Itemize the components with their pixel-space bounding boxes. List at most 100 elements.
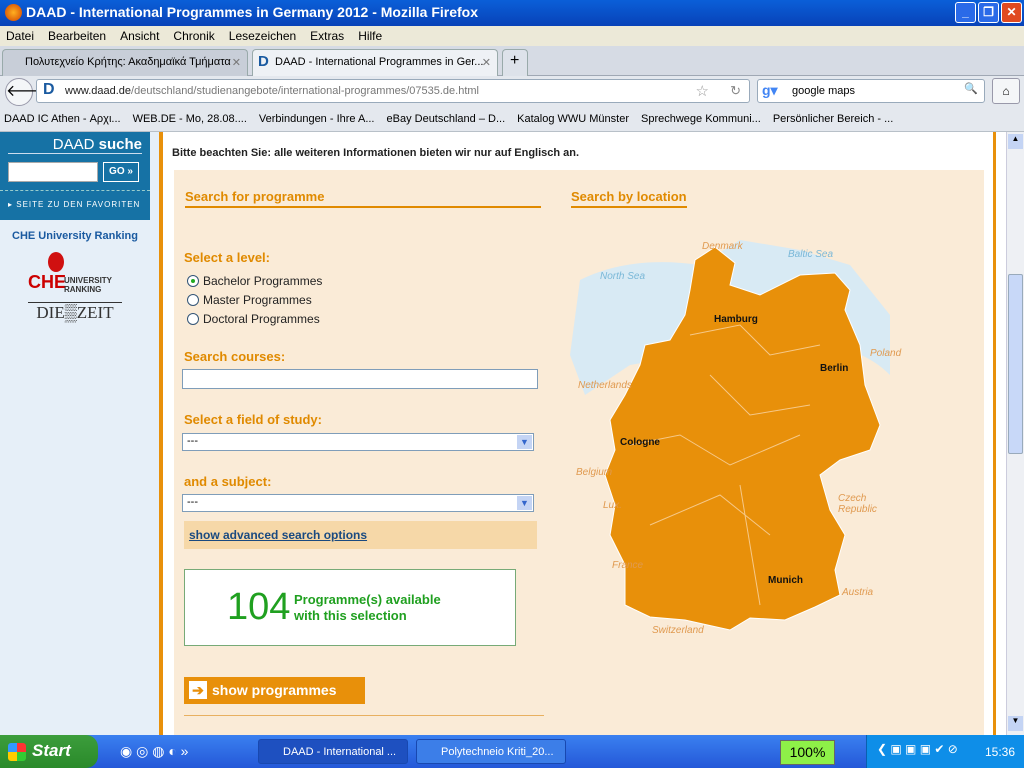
daad-favicon: D: [258, 53, 269, 70]
radio-master[interactable]: Master Programmes: [187, 290, 322, 309]
add-favorites-link[interactable]: ▸ SEITE ZU DEN FAVORITEN: [8, 200, 140, 209]
tab-label: DAAD - International Programmes in Ger..…: [275, 56, 484, 68]
title-bar: DAAD - International Programmes in Germa…: [0, 0, 1024, 26]
bookmark-wwu[interactable]: Katalog WWU Münster: [517, 113, 629, 125]
close-button[interactable]: ✕: [1001, 2, 1022, 23]
minimize-button[interactable]: _: [955, 2, 976, 23]
bookmark-db[interactable]: Verbindungen - Ihre A...: [259, 113, 375, 125]
label-czech-republic: Czech Republic: [838, 493, 877, 515]
favorites-label: SEITE ZU DEN FAVORITEN: [16, 200, 141, 209]
daad-search-input[interactable]: [8, 162, 98, 182]
bookmarks-toolbar: DAAD IC Athen - Αρχι... WEB.DE - Mo, 28.0…: [0, 108, 1024, 132]
reload-icon[interactable]: ↻: [730, 83, 741, 99]
city-munich[interactable]: Munich: [768, 575, 803, 586]
radio-label: Master Programmes: [203, 292, 312, 307]
radio-bachelor[interactable]: Bachelor Programmes: [187, 271, 322, 290]
google-icon: g▾: [762, 82, 778, 98]
menu-datei[interactable]: Datei: [6, 29, 34, 46]
bookmark-persoenlich[interactable]: Persönlicher Bereich - ...: [773, 113, 893, 125]
select-value: ---: [187, 435, 198, 447]
field-select[interactable]: --- ▼: [182, 433, 534, 451]
subject-label: and a subject:: [184, 474, 272, 489]
radio-doctoral[interactable]: Doctoral Programmes: [187, 309, 322, 328]
search-icon[interactable]: 🔍: [964, 82, 978, 95]
url-bar[interactable]: Dwww.daad.de/deutschland/studienangebote…: [36, 79, 750, 103]
bookmark-webde[interactable]: WEB.DE - Mo, 28.08....: [133, 113, 247, 125]
new-tab-button[interactable]: +: [502, 49, 528, 76]
menu-ansicht[interactable]: Ansicht: [120, 29, 159, 46]
menu-chronik[interactable]: Chronik: [173, 29, 214, 46]
show-programmes-button[interactable]: ➔ show programmes: [184, 677, 365, 704]
close-tab-icon[interactable]: ✕: [482, 56, 491, 69]
tab-daad[interactable]: D DAAD - International Programmes in Ger.…: [252, 49, 498, 76]
start-label: Start: [32, 741, 71, 760]
scrollbar-thumb[interactable]: [1008, 274, 1023, 454]
search-panel: Search for programme Search by location …: [174, 170, 984, 735]
label-baltic-sea: Baltic Sea: [788, 249, 834, 260]
germany-map[interactable]: Denmark North Sea Baltic Sea Poland Neth…: [570, 235, 901, 636]
label-north-sea: North Sea: [600, 271, 646, 282]
quick-launch[interactable]: ◉ ◎ ◍ ◐ »: [120, 743, 188, 760]
label-france: France: [612, 560, 644, 571]
courses-input[interactable]: [182, 369, 538, 389]
battery-indicator[interactable]: 100%: [780, 740, 835, 765]
maximize-button[interactable]: ❐: [978, 2, 999, 23]
che-ranking-link[interactable]: CHE University Ranking: [0, 230, 150, 242]
start-button[interactable]: Start: [0, 735, 98, 768]
die-zeit-logo[interactable]: DIE▒ZEIT: [28, 302, 122, 323]
search-text: google maps: [792, 85, 855, 97]
label-belgium: Belgium: [576, 467, 613, 478]
go-button[interactable]: GO »: [103, 162, 139, 182]
search-title-bold: suche: [98, 136, 142, 153]
select-value: ---: [187, 496, 198, 508]
search-title: DAAD: [52, 136, 95, 153]
menu-bearbeiten[interactable]: Bearbeiten: [48, 29, 106, 46]
city-cologne[interactable]: Cologne: [620, 437, 660, 448]
close-tab-icon[interactable]: ✕: [232, 56, 241, 69]
bookmark-daad[interactable]: DAAD IC Athen - Αρχι...: [4, 113, 121, 125]
site-identity-icon: D: [43, 81, 55, 98]
arrow-right-icon: ➔: [189, 681, 207, 699]
home-button[interactable]: ⌂: [992, 78, 1020, 104]
task-powerpoint[interactable]: Polytechneio Kriti_20...: [416, 739, 566, 764]
bookmark-sprechwege[interactable]: Sprechwege Kommuni...: [641, 113, 761, 125]
window-title: DAAD - International Programmes in Germa…: [26, 4, 478, 20]
label-austria: Austria: [842, 587, 874, 598]
back-button[interactable]: 🡐: [5, 78, 49, 106]
content-border-left: [159, 132, 163, 735]
label-poland: Poland: [870, 348, 902, 359]
system-tray: ❮ ▣ ▣ ▣ ✔ ⊘ 15:36: [866, 735, 1024, 768]
url-path: /deutschland/studienangebote/internation…: [131, 85, 479, 97]
task-firefox[interactable]: DAAD - International ...: [258, 739, 408, 764]
results-text-1: Programme(s) available: [294, 592, 441, 607]
tab-polytechneio[interactable]: Πολυτεχνείο Κρήτης: Ακαδημαϊκά Τμήματα ✕: [2, 49, 248, 76]
advanced-search-link[interactable]: show advanced search options: [189, 528, 367, 542]
courses-label: Search courses:: [184, 349, 286, 364]
content-border-right: [993, 132, 996, 735]
results-count-box: 104 Programme(s) available with this sele…: [184, 569, 516, 646]
tray-icons[interactable]: ❮ ▣ ▣ ▣ ✔ ⊘: [877, 742, 958, 756]
tab-label: Πολυτεχνείο Κρήτης: Ακαδημαϊκά Τμήματα: [25, 56, 231, 68]
radio-label: Doctoral Programmes: [203, 311, 320, 326]
search-bar[interactable]: g▾ google maps 🔍: [757, 79, 985, 103]
field-label: Select a field of study:: [184, 412, 322, 427]
label-luxembourg: Lux.: [603, 500, 622, 511]
language-notice: Bitte beachten Sie: alle weiteren Inform…: [172, 147, 580, 159]
sidebar: [0, 132, 160, 735]
city-berlin[interactable]: Berlin: [820, 363, 848, 374]
city-hamburg[interactable]: Hamburg: [714, 314, 758, 325]
chevron-down-icon: ▼: [517, 435, 532, 449]
chevron-down-icon: ▼: [517, 496, 532, 510]
menu-hilfe[interactable]: Hilfe: [358, 29, 382, 46]
clock: 15:36: [985, 745, 1016, 759]
che-logo[interactable]: CHE UNIVERSITY RANKING: [28, 252, 122, 296]
menu-extras[interactable]: Extras: [310, 29, 344, 46]
menu-lesezeichen[interactable]: Lesezeichen: [229, 29, 296, 46]
daad-search-box: DAAD suche GO » ▸ SEITE ZU DEN FAVORITEN: [0, 132, 150, 220]
bookmark-star-icon[interactable]: ☆: [696, 82, 709, 100]
vertical-scrollbar[interactable]: ▲ ▼: [1006, 132, 1024, 735]
bookmark-ebay[interactable]: eBay Deutschland – D...: [387, 113, 506, 125]
button-label: show programmes: [212, 682, 337, 698]
search-heading: Search for programme: [185, 189, 541, 208]
subject-select[interactable]: --- ▼: [182, 494, 534, 512]
